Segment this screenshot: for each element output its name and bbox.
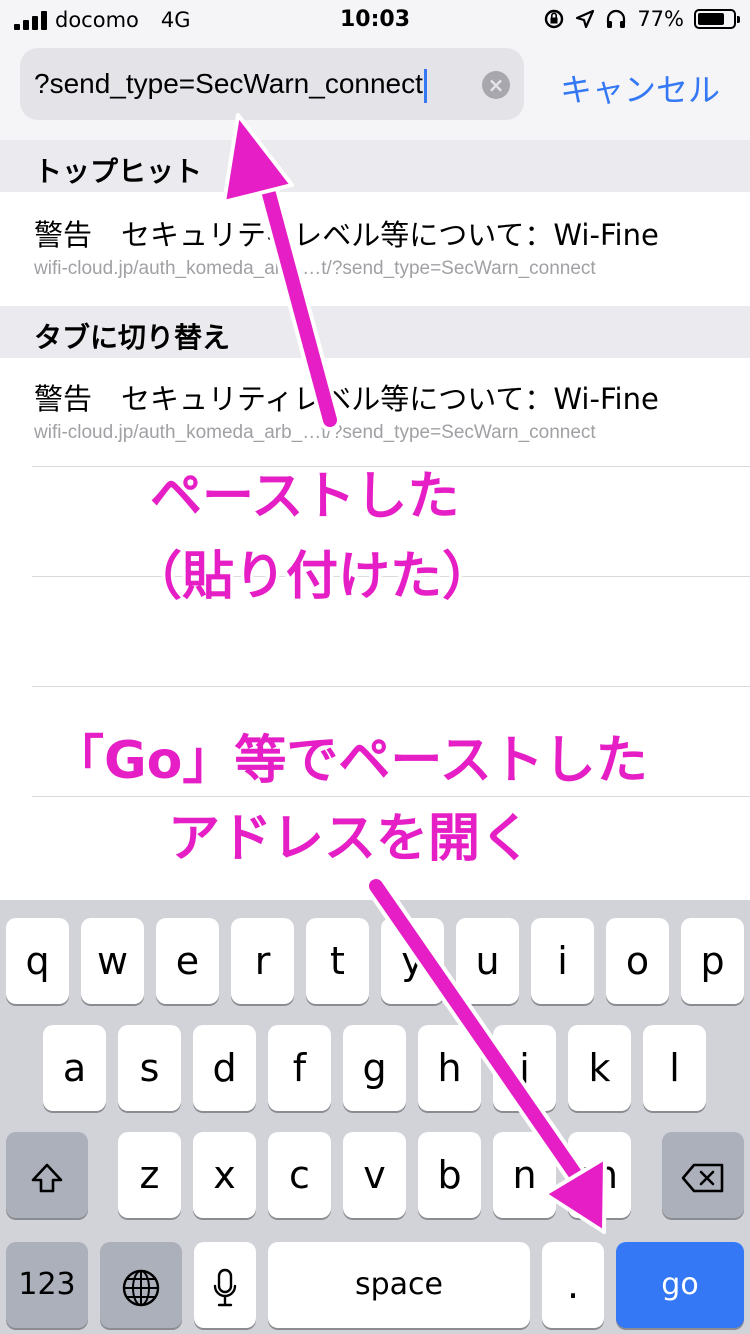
- go-key[interactable]: go: [616, 1242, 744, 1328]
- microphone-icon: [213, 1268, 237, 1306]
- keyboard: qwertyuiop asdfghjkl zxcvbnm 123 space .…: [0, 900, 750, 1334]
- annotation-pasted-line1: ペーストした: [150, 467, 460, 527]
- search-header: ?send_type=SecWarn_connect × キャンセル: [0, 40, 750, 140]
- location-icon: [576, 9, 595, 29]
- key-m[interactable]: m: [568, 1132, 631, 1218]
- key-g[interactable]: g: [343, 1025, 406, 1111]
- space-key[interactable]: space: [268, 1242, 530, 1328]
- battery-icon: [694, 9, 740, 29]
- period-key[interactable]: .: [542, 1242, 604, 1328]
- key-h[interactable]: h: [418, 1025, 481, 1111]
- key-d[interactable]: d: [193, 1025, 256, 1111]
- status-bar: docomo 4G 10:03 77%: [0, 0, 750, 40]
- key-l[interactable]: l: [643, 1025, 706, 1111]
- delete-key[interactable]: [662, 1132, 744, 1218]
- result-url: wifi-cloud.jp/auth_komeda_arb_…t/?send_t…: [34, 422, 596, 443]
- section-header-switch-tab: タブに切り替え: [0, 306, 750, 358]
- key-y[interactable]: y: [381, 918, 444, 1004]
- row-divider: [32, 686, 750, 687]
- key-u[interactable]: u: [456, 918, 519, 1004]
- address-input[interactable]: ?send_type=SecWarn_connect: [34, 68, 427, 103]
- key-t[interactable]: t: [306, 918, 369, 1004]
- switch-tab-result[interactable]: 警告 セキュリティレベル等について：Wi-Fine wifi-cloud.jp/…: [0, 356, 750, 468]
- dictation-key[interactable]: [194, 1242, 256, 1328]
- key-k[interactable]: k: [568, 1025, 631, 1111]
- headphones-icon: [607, 9, 626, 28]
- key-z[interactable]: z: [118, 1132, 181, 1218]
- key-x[interactable]: x: [193, 1132, 256, 1218]
- numbers-key[interactable]: 123: [6, 1242, 88, 1328]
- key-b[interactable]: b: [418, 1132, 481, 1218]
- key-v[interactable]: v: [343, 1132, 406, 1218]
- key-c[interactable]: c: [268, 1132, 331, 1218]
- annotation-go-line2: アドレスを開く: [168, 809, 533, 869]
- key-r[interactable]: r: [231, 918, 294, 1004]
- section-header-top-hit: トップヒット: [0, 140, 750, 192]
- annotation-pasted-line2: （貼り付けた）: [130, 547, 495, 607]
- key-n[interactable]: n: [493, 1132, 556, 1218]
- key-p[interactable]: p: [681, 918, 744, 1004]
- cancel-button[interactable]: キャンセル: [560, 65, 720, 111]
- text-caret: [423, 68, 427, 103]
- result-url: wifi-cloud.jp/auth_komeda_arb_…t/?send_t…: [34, 258, 596, 279]
- globe-icon: [122, 1269, 160, 1306]
- top-hit-result[interactable]: 警告 セキュリティレベル等について：Wi-Fine wifi-cloud.jp/…: [0, 192, 750, 304]
- battery-percent: 77%: [637, 7, 684, 31]
- key-s[interactable]: s: [118, 1025, 181, 1111]
- result-title: 警告 セキュリティレベル等について：Wi-Fine: [34, 218, 659, 252]
- shift-icon: [31, 1163, 63, 1192]
- address-text: ?send_type=SecWarn_connect: [34, 68, 423, 99]
- globe-key[interactable]: [100, 1242, 182, 1328]
- key-f[interactable]: f: [268, 1025, 331, 1111]
- key-o[interactable]: o: [606, 918, 669, 1004]
- delete-icon: [681, 1163, 724, 1192]
- shift-key[interactable]: [6, 1132, 88, 1218]
- key-e[interactable]: e: [156, 918, 219, 1004]
- address-bar[interactable]: ?send_type=SecWarn_connect ×: [20, 48, 524, 120]
- key-i[interactable]: i: [531, 918, 594, 1004]
- clear-text-icon[interactable]: ×: [482, 71, 510, 99]
- key-j[interactable]: j: [493, 1025, 556, 1111]
- key-w[interactable]: w: [81, 918, 144, 1004]
- status-right: 77%: [543, 7, 740, 31]
- key-q[interactable]: q: [6, 918, 69, 1004]
- rotation-lock-icon: [545, 9, 564, 29]
- result-title: 警告 セキュリティレベル等について：Wi-Fine: [34, 382, 659, 416]
- key-a[interactable]: a: [43, 1025, 106, 1111]
- annotation-go-line1: 「Go」等でペーストした: [52, 731, 648, 791]
